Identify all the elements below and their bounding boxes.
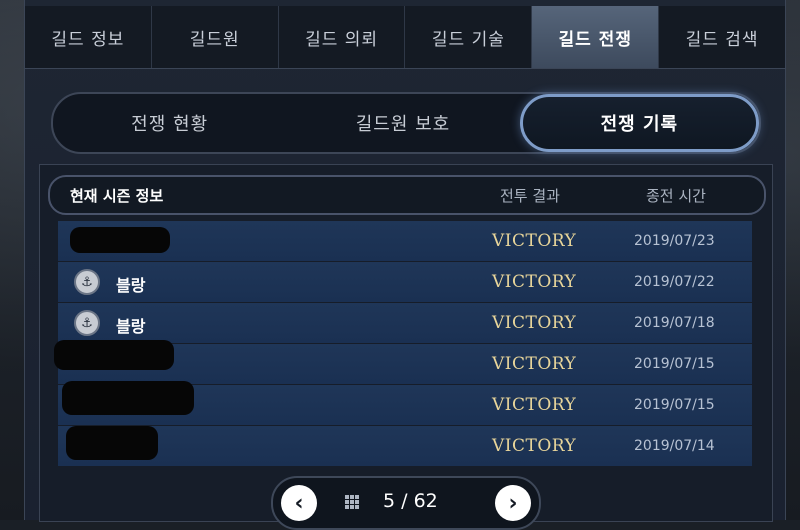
end-date: 2019/07/22	[634, 274, 715, 290]
end-date: 2019/07/15	[634, 397, 715, 413]
table-row[interactable]: ⚓ 블랑 VICTORY 2019/07/18	[58, 303, 752, 343]
guild-emblem-icon: ⚓	[74, 310, 100, 336]
table-rows: VICTORY 2019/07/23 ⚓ 블랑 VICTORY 2019/07/…	[54, 221, 752, 467]
redacted-mark	[54, 340, 174, 370]
pagination: ‹ 5 / 62 ›	[271, 476, 541, 530]
result-label: VICTORY	[492, 354, 577, 374]
war-record-table: 현재 시즌 정보 전투 결과 종전 시간 VICTORY 2019/07/23 …	[39, 164, 773, 522]
chevron-right-icon[interactable]: ›	[495, 485, 531, 521]
guild-name: 블랑	[116, 276, 146, 295]
subtab-war-status[interactable]: 전쟁 현황	[53, 94, 286, 152]
grid-icon[interactable]	[345, 495, 359, 509]
end-date: 2019/07/18	[634, 315, 715, 331]
header-season-info: 현재 시즌 정보	[70, 186, 164, 205]
result-label: VICTORY	[492, 272, 577, 292]
guild-name: 블랑	[116, 317, 146, 336]
tab-guild-search[interactable]: 길드 검색	[659, 6, 785, 68]
table-row[interactable]: VICTORY 2019/07/15	[54, 340, 752, 384]
redacted-mark	[62, 381, 194, 415]
table-row[interactable]: ⚓ 블랑 VICTORY 2019/07/22	[58, 262, 752, 302]
header-end-time: 종전 시간	[646, 186, 706, 205]
table-header: 현재 시즌 정보 전투 결과 종전 시간	[48, 175, 766, 215]
redacted-mark	[70, 227, 170, 253]
tab-guild-war[interactable]: 길드 전쟁	[532, 6, 660, 68]
sub-tabs: 전쟁 현황 길드원 보호 전쟁 기록	[51, 92, 761, 154]
end-date: 2019/07/23	[634, 233, 715, 249]
end-date: 2019/07/15	[634, 356, 715, 372]
subtab-war-record[interactable]: 전쟁 기록	[519, 94, 759, 152]
page-indicator: 5 / 62	[383, 490, 438, 512]
chevron-left-icon[interactable]: ‹	[281, 485, 317, 521]
result-label: VICTORY	[492, 231, 577, 251]
tab-guild-requests[interactable]: 길드 의뢰	[279, 6, 406, 68]
table-row[interactable]: VICTORY 2019/07/23	[58, 221, 752, 261]
result-label: VICTORY	[492, 395, 577, 415]
table-row[interactable]: VICTORY 2019/07/14	[58, 426, 752, 466]
tab-guild-members[interactable]: 길드원	[152, 6, 279, 68]
table-row[interactable]: VICTORY 2019/07/15	[58, 381, 752, 425]
subtab-member-protection[interactable]: 길드원 보호	[286, 94, 519, 152]
header-battle-result: 전투 결과	[500, 186, 560, 205]
end-date: 2019/07/14	[634, 438, 715, 454]
guild-panel: 길드 정보 길드원 길드 의뢰 길드 기술 길드 전쟁 길드 검색 전쟁 현황 …	[24, 0, 786, 530]
result-label: VICTORY	[492, 436, 577, 456]
tab-guild-info[interactable]: 길드 정보	[25, 6, 152, 68]
tab-guild-skills[interactable]: 길드 기술	[405, 6, 533, 68]
redacted-mark	[66, 426, 158, 460]
result-label: VICTORY	[492, 313, 577, 333]
guild-emblem-icon: ⚓	[74, 269, 100, 295]
main-tabs: 길드 정보 길드원 길드 의뢰 길드 기술 길드 전쟁 길드 검색	[25, 6, 785, 69]
